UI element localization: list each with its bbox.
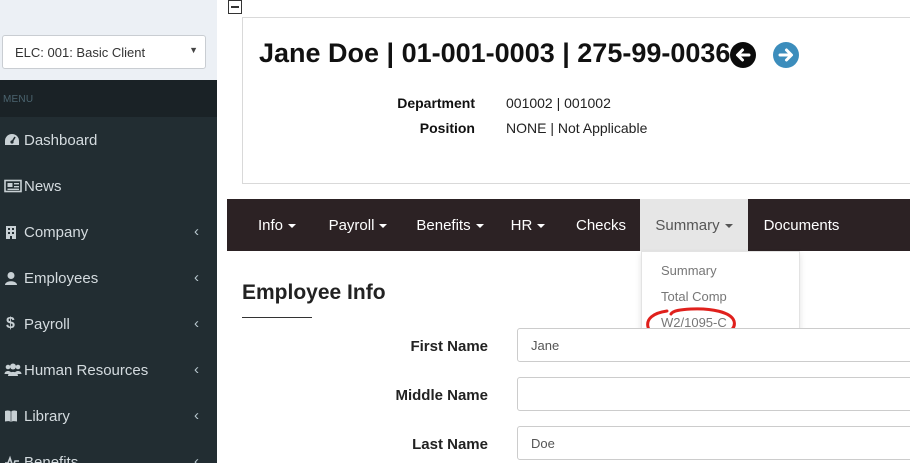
sidebar-item-label: Employees — [24, 269, 99, 287]
heartbeat-icon — [4, 455, 24, 463]
sidebar-item-label: Company — [24, 223, 89, 241]
sidebar-item-employees[interactable]: Employees ‹ — [0, 255, 217, 301]
sidebar-item-dashboard[interactable]: Dashboard — [0, 117, 217, 163]
employee-navbar: Info Payroll Benefits HR Checks Summary … — [227, 199, 910, 251]
client-select-value: ELC: 001: Basic Client — [15, 45, 146, 60]
tab-info[interactable]: Info — [245, 199, 309, 251]
sidebar-item-label: Human Resources — [24, 361, 149, 379]
chevron-down-icon: ▼ — [189, 45, 198, 55]
department-label: Department — [397, 95, 475, 111]
position-value: NONE | Not Applicable — [506, 120, 648, 136]
last-name-label: Last Name — [412, 436, 488, 453]
book-icon — [4, 409, 24, 423]
sidebar-item-company[interactable]: Company ‹ — [0, 209, 217, 255]
last-name-field[interactable]: Doe — [517, 426, 910, 460]
tab-label: Summary — [655, 216, 720, 234]
sidebar-menu: Dashboard News Company ‹ Employees ‹ $ P… — [0, 117, 217, 463]
tab-benefits[interactable]: Benefits — [409, 199, 491, 251]
caret-down-icon — [537, 224, 546, 228]
tab-hr[interactable]: HR — [503, 199, 553, 251]
client-select[interactable]: ELC: 001: Basic Client ▼ — [2, 35, 206, 69]
menu-header: MENU — [0, 80, 217, 117]
chevron-left-icon: ‹ — [194, 361, 199, 378]
building-icon — [4, 225, 24, 240]
tab-label: Checks — [575, 216, 627, 234]
tab-label: Info — [257, 216, 284, 234]
tab-summary[interactable]: Summary — [640, 199, 748, 251]
user-icon — [4, 271, 24, 286]
sidebar-item-label: Library — [24, 407, 70, 425]
section-divider — [242, 317, 312, 318]
chevron-left-icon: ‹ — [194, 407, 199, 424]
tab-label: Documents — [763, 216, 840, 234]
collapse-toggle-icon[interactable] — [228, 0, 242, 14]
tab-payroll[interactable]: Payroll — [319, 199, 397, 251]
dollar-icon: $ — [6, 315, 15, 332]
summary-dropdown-menu: Summary Total Comp W2/1095-C — [641, 251, 800, 339]
sidebar-item-label: Benefits — [24, 453, 79, 463]
tab-checks[interactable]: Checks — [567, 199, 635, 251]
tab-label: Benefits — [416, 216, 471, 234]
client-select-area: ELC: 001: Basic Client ▼ — [0, 0, 217, 80]
employee-title: Jane Doe | 01-001-0003 | 275-99-0036 — [259, 38, 731, 68]
chevron-left-icon: ‹ — [194, 315, 199, 332]
newspaper-icon — [4, 179, 24, 193]
users-icon — [4, 363, 24, 377]
caret-down-icon — [288, 224, 297, 228]
dashboard-icon — [4, 133, 24, 147]
tab-documents[interactable]: Documents — [754, 199, 849, 251]
sidebar-item-label: Dashboard — [24, 131, 98, 149]
caret-down-icon — [475, 224, 484, 228]
caret-down-icon — [724, 224, 733, 228]
first-name-field[interactable]: Jane — [517, 328, 910, 362]
caret-down-icon — [379, 224, 388, 228]
dropdown-item-total-comp[interactable]: Total Comp — [661, 289, 727, 304]
previous-employee-button[interactable] — [730, 42, 756, 68]
middle-name-field[interactable] — [517, 377, 910, 411]
middle-name-label: Middle Name — [395, 387, 488, 404]
dropdown-item-summary[interactable]: Summary — [661, 263, 717, 278]
chevron-left-icon: ‹ — [194, 269, 199, 286]
position-label: Position — [419, 120, 475, 136]
tab-label: Payroll — [328, 216, 375, 234]
chevron-left-icon: ‹ — [194, 223, 199, 240]
tab-label: HR — [510, 216, 533, 234]
sidebar-item-label: News — [24, 177, 62, 195]
first-name-label: First Name — [410, 338, 488, 355]
sidebar-item-news[interactable]: News — [0, 163, 217, 209]
department-value: 001002 | 001002 — [506, 95, 611, 111]
arrow-right-icon — [778, 48, 793, 62]
next-employee-button[interactable] — [773, 42, 799, 68]
chevron-left-icon: ‹ — [194, 453, 199, 463]
sidebar-item-label: Payroll — [24, 315, 70, 333]
employee-header-card: Jane Doe | 01-001-0003 | 275-99-0036 Dep… — [242, 17, 910, 184]
section-title: Employee Info — [242, 281, 386, 304]
arrow-left-icon — [736, 48, 751, 62]
